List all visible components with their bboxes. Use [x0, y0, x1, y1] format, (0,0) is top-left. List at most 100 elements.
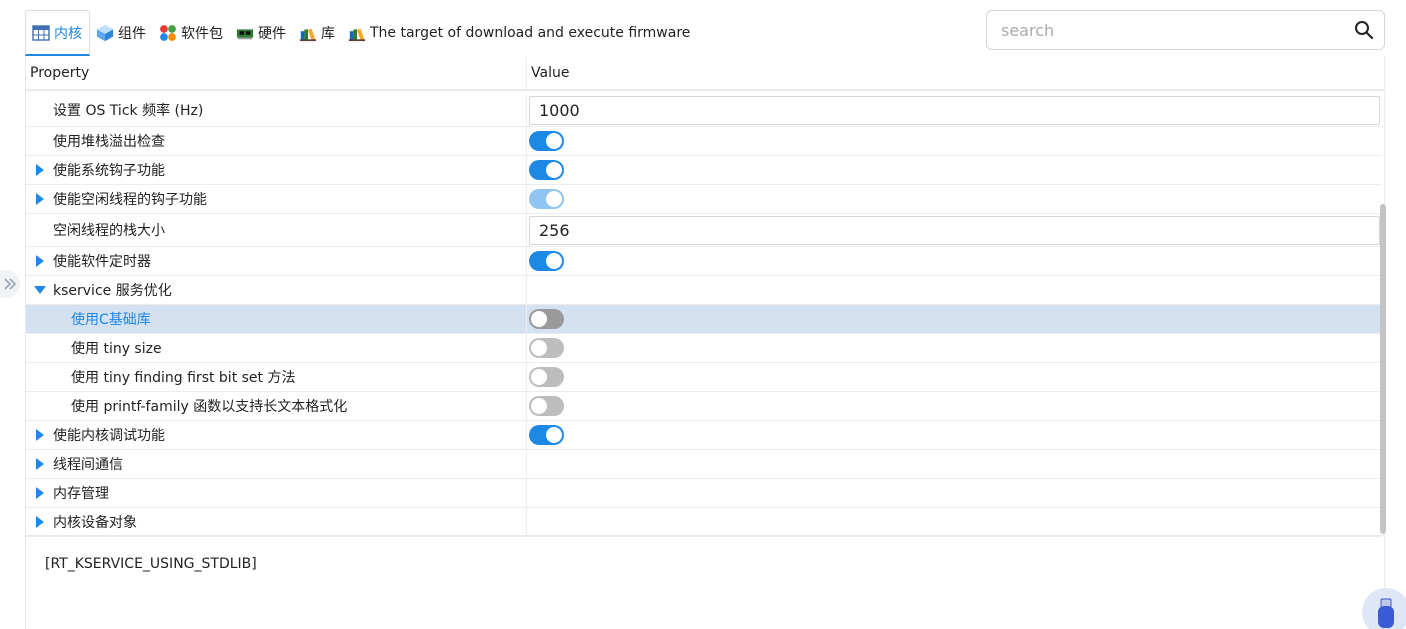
table-row[interactable]: 设置 OS Tick 频率 (Hz) 1000 — [26, 94, 1381, 127]
property-label: 使用堆栈溢出检查 — [53, 134, 165, 150]
property-label: 空闲线程的栈大小 — [53, 223, 165, 239]
vertical-scrollbar[interactable] — [1380, 204, 1386, 534]
grid-header: Property Value — [26, 57, 1384, 90]
property-label: 使用 tiny finding first bit set 方法 — [71, 370, 296, 386]
property-cell: 设置 OS Tick 频率 (Hz) — [26, 94, 526, 126]
tab-label: 软件包 — [181, 26, 223, 42]
value-cell — [526, 508, 1381, 536]
table-row[interactable]: 使用 tiny finding first bit set 方法 — [26, 363, 1381, 392]
property-label: 使用 tiny size — [71, 341, 162, 357]
table-row[interactable]: 使用 tiny size — [26, 334, 1381, 363]
board-icon — [236, 24, 254, 42]
property-cell: 使用C基础库 — [26, 305, 526, 333]
table-row[interactable]: 内存管理 — [26, 479, 1381, 508]
property-cell: 使能软件定时器 — [26, 247, 526, 275]
tab-kernel[interactable]: 内核 — [25, 10, 90, 56]
tab-firmware-target[interactable]: The target of download and execute firmw… — [342, 10, 697, 56]
property-label: 使能软件定时器 — [53, 254, 151, 270]
toggle-switch[interactable] — [529, 367, 564, 387]
tab-components[interactable]: 组件 — [90, 10, 153, 56]
property-label: kservice 服务优化 — [53, 283, 172, 299]
value-text-field[interactable]: 256 — [529, 215, 1380, 245]
toggle-switch[interactable] — [529, 396, 564, 416]
property-cell: 使能系统钩子功能 — [26, 156, 526, 184]
property-label: 使能空闲线程的钩子功能 — [53, 192, 207, 208]
column-header-value[interactable]: Value — [526, 57, 1384, 89]
table-row[interactable]: 空闲线程的栈大小 256 — [26, 214, 1381, 247]
column-header-property[interactable]: Property — [26, 57, 526, 89]
tab-label: 硬件 — [258, 26, 286, 42]
floating-usb-button[interactable] — [1362, 588, 1406, 629]
table-row[interactable]: 使能软件定时器 — [26, 247, 1381, 276]
table-row[interactable]: 使用堆栈溢出检查 — [26, 127, 1381, 156]
expand-caret-icon[interactable] — [32, 162, 48, 178]
value-text-field[interactable]: 1000 — [529, 95, 1380, 125]
table-row[interactable]: 使能系统钩子功能 — [26, 156, 1381, 185]
table-row[interactable]: 线程间通信 — [26, 450, 1381, 479]
property-cell: 使用堆栈溢出检查 — [26, 127, 526, 155]
value-cell — [526, 185, 1381, 213]
search-input[interactable] — [987, 11, 1344, 49]
value-cell — [526, 305, 1381, 333]
tab-hardware[interactable]: 硬件 — [230, 10, 293, 56]
app-root: 内核 组件 软件包 硬件 库 The target of download an… — [0, 0, 1406, 629]
property-cell: 内核设备对象 — [26, 508, 526, 536]
table-row[interactable]: 使用 printf-family 函数以支持长文本格式化 — [26, 392, 1381, 421]
books-icon — [299, 24, 317, 42]
property-label: 线程间通信 — [53, 457, 123, 473]
table-row[interactable]: 内核设备对象 — [26, 508, 1381, 537]
grid-rows: 设置 OS Tick 频率 (Hz) 1000 使用堆栈溢出检查 使能系统钩子功… — [26, 94, 1381, 537]
value-cell — [526, 421, 1381, 449]
expand-caret-icon[interactable] — [32, 514, 48, 530]
property-label: 使用C基础库 — [71, 312, 151, 328]
value-cell — [526, 156, 1381, 184]
table-row[interactable]: kservice 服务优化 — [26, 276, 1381, 305]
expand-caret-icon[interactable] — [32, 253, 48, 269]
value-cell — [526, 479, 1381, 507]
sidebar-expand-button[interactable] — [0, 270, 20, 298]
property-cell: 使能内核调试功能 — [26, 421, 526, 449]
expand-caret-icon[interactable] — [32, 427, 48, 443]
toggle-switch[interactable] — [529, 189, 564, 209]
search-box — [986, 10, 1385, 50]
property-cell: 空闲线程的栈大小 — [26, 214, 526, 246]
value-cell — [526, 276, 1381, 304]
usb-drive-icon — [1378, 598, 1394, 628]
toggle-switch[interactable] — [529, 160, 564, 180]
toggle-switch[interactable] — [529, 131, 564, 151]
toggle-switch[interactable] — [529, 425, 564, 445]
tab-label: 内核 — [54, 25, 82, 42]
tab-library[interactable]: 库 — [293, 10, 342, 56]
table-row[interactable]: 使能空闲线程的钩子功能 — [26, 185, 1381, 214]
value-cell — [526, 127, 1381, 155]
expand-caret-icon[interactable] — [32, 456, 48, 472]
property-grid: Property Value 设置 OS Tick 频率 (Hz) 1000 使… — [25, 57, 1386, 537]
toggle-switch[interactable] — [529, 309, 564, 329]
tab-label: The target of download and execute firmw… — [370, 25, 691, 41]
description-pane — [25, 535, 1385, 629]
expand-caret-icon[interactable] — [32, 485, 48, 501]
property-cell: 使用 tiny size — [26, 334, 526, 362]
property-label: 使能系统钩子功能 — [53, 163, 165, 179]
tab-packages[interactable]: 软件包 — [153, 10, 230, 56]
property-cell: 使能空闲线程的钩子功能 — [26, 185, 526, 213]
header-shadow — [26, 90, 1386, 93]
value-cell: 1000 — [526, 94, 1381, 126]
property-cell: 线程间通信 — [26, 450, 526, 478]
collapse-caret-icon[interactable] — [32, 282, 48, 298]
apps-icon — [159, 24, 177, 42]
expand-caret-icon[interactable] — [32, 191, 48, 207]
search-icon[interactable] — [1344, 10, 1384, 50]
toggle-switch[interactable] — [529, 338, 564, 358]
property-cell: 使用 tiny finding first bit set 方法 — [26, 363, 526, 391]
tab-label: 组件 — [118, 26, 146, 42]
tab-label: 库 — [321, 26, 335, 42]
property-label: 内存管理 — [53, 486, 109, 502]
table-row-selected[interactable]: 使用C基础库 — [26, 305, 1381, 334]
table-row[interactable]: 使能内核调试功能 — [26, 421, 1381, 450]
value-cell — [526, 450, 1381, 478]
value-cell — [526, 334, 1381, 362]
property-cell: kservice 服务优化 — [26, 276, 526, 304]
toggle-switch[interactable] — [529, 251, 564, 271]
property-label: 使能内核调试功能 — [53, 428, 165, 444]
